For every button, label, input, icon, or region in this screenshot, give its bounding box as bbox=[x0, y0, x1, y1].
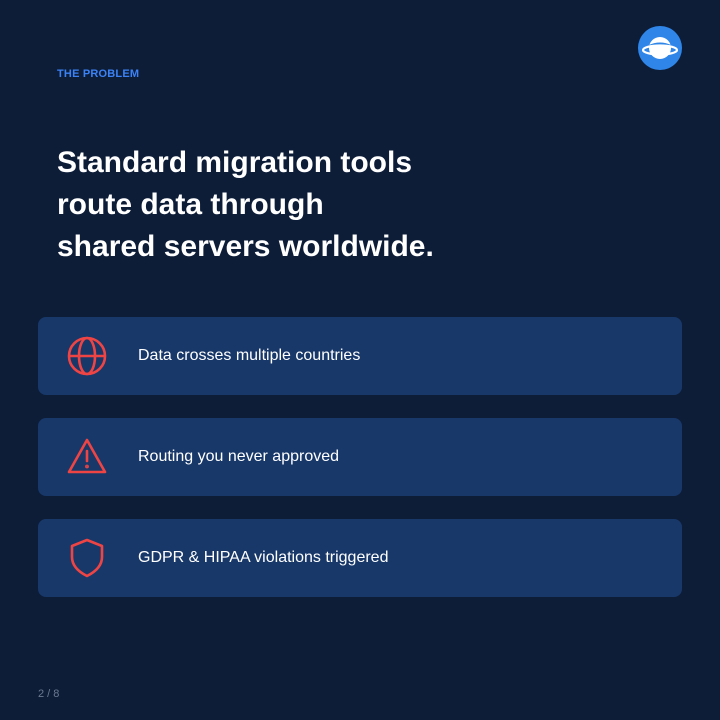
page-title: Standard migration tools route data thro… bbox=[57, 142, 617, 268]
planet-logo-icon bbox=[638, 26, 682, 70]
problem-card-routing: Routing you never approved bbox=[38, 418, 682, 496]
problem-card-compliance: GDPR & HIPAA violations triggered bbox=[38, 519, 682, 597]
problem-list: Data crosses multiple countries Routing … bbox=[38, 317, 682, 620]
headline-line-3: shared servers worldwide. bbox=[57, 230, 434, 263]
warning-triangle-icon bbox=[67, 438, 107, 474]
globe-icon bbox=[67, 336, 107, 376]
page-indicator: 2 / 8 bbox=[38, 688, 60, 700]
problem-label: GDPR & HIPAA violations triggered bbox=[138, 549, 389, 566]
problem-card-countries: Data crosses multiple countries bbox=[38, 317, 682, 395]
section-eyebrow: THE PROBLEM bbox=[57, 68, 140, 80]
problem-label: Data crosses multiple countries bbox=[138, 347, 361, 364]
headline-line-2: route data through bbox=[57, 188, 324, 221]
shield-icon bbox=[70, 538, 104, 578]
slide: THE PROBLEM Standard migration tools rou… bbox=[0, 0, 720, 720]
problem-label: Routing you never approved bbox=[138, 448, 340, 465]
headline-line-1: Standard migration tools bbox=[57, 146, 413, 179]
